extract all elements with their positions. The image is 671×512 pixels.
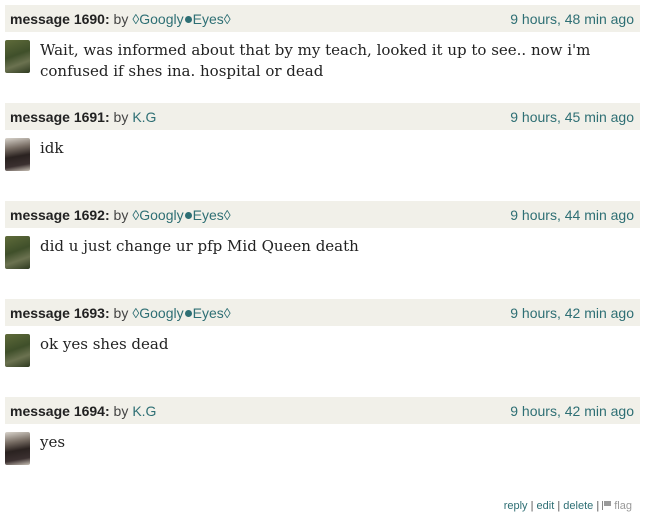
by-label: by (113, 402, 129, 419)
separator: | (554, 500, 564, 512)
reply-link[interactable]: reply (504, 500, 528, 512)
message-meta: message 1693: by ◊Googly Eyes◊ (10, 305, 231, 321)
author-name: Googly (139, 206, 184, 223)
message-body: did u just change ur pfp Mid Queen death (40, 237, 359, 255)
author-link[interactable]: ◊Googly Eyes◊ (132, 305, 230, 321)
message-actions: reply | edit | delete | flag (0, 500, 632, 512)
message-number: message 1690: (10, 10, 110, 27)
avatar[interactable] (5, 138, 30, 171)
message-header: message 1690: by ◊Googly Eyes◊ 9 hours, 48 … (5, 5, 640, 32)
by-label: by (113, 304, 129, 321)
author-link[interactable]: ◊Googly Eyes◊ (132, 11, 230, 27)
message-number: message 1694: (10, 402, 110, 419)
edit-link[interactable]: edit (537, 500, 555, 512)
separator: | (593, 500, 603, 512)
message-item: message 1692: by ◊Googly Eyes◊ 9 hours, 44 … (0, 196, 671, 316)
author-name-second: Eyes (192, 304, 224, 321)
author-link[interactable]: K.G (132, 403, 156, 419)
delete-link[interactable]: delete (563, 500, 593, 512)
by-label: by (113, 10, 129, 27)
author-link[interactable]: ◊Googly Eyes◊ (132, 207, 230, 223)
author-name: Googly (139, 304, 184, 321)
author-name: K.G (132, 402, 157, 419)
by-label: by (113, 206, 129, 223)
message-timestamp[interactable]: 9 hours, 42 min ago (510, 305, 634, 321)
flag-label: flag (614, 500, 632, 512)
author-name-second: Eyes (192, 206, 224, 223)
message-number: message 1693: (10, 304, 110, 321)
avatar[interactable] (5, 432, 30, 465)
message-item: message 1693: by ◊Googly Eyes◊ 9 hours, 42 … (0, 294, 671, 414)
author-link[interactable]: K.G (132, 109, 156, 125)
message-body: Wait, was informed about that by my teac… (40, 41, 591, 80)
author-suffix: ◊ (223, 206, 231, 223)
avatar[interactable] (5, 40, 30, 73)
message-header: message 1694: by K.G 9 hours, 42 min ago (5, 397, 640, 424)
author-dot-icon (184, 15, 192, 23)
message-body: yes (40, 433, 66, 451)
message-meta: message 1694: by K.G (10, 403, 156, 419)
author-name-second: Eyes (192, 10, 224, 27)
author-name: Googly (139, 10, 184, 27)
by-label: by (113, 108, 129, 125)
message-meta: message 1691: by K.G (10, 109, 156, 125)
separator: | (527, 500, 537, 512)
message-meta: message 1692: by ◊Googly Eyes◊ (10, 207, 231, 223)
message-number: message 1691: (10, 108, 110, 125)
message-body: ok yes shes dead (40, 335, 169, 353)
flag-button[interactable]: flag (602, 500, 632, 512)
message-header: message 1691: by K.G 9 hours, 45 min ago (5, 103, 640, 130)
message-body: idk (40, 139, 64, 157)
message-thread: message 1690: by ◊Googly Eyes◊ 9 hours, 48 … (0, 0, 671, 512)
message-timestamp[interactable]: 9 hours, 44 min ago (510, 207, 634, 223)
author-name: K.G (132, 108, 157, 125)
message-header: message 1692: by ◊Googly Eyes◊ 9 hours, 44 … (5, 201, 640, 228)
author-suffix: ◊ (223, 304, 231, 321)
message-item: message 1690: by ◊Googly Eyes◊ 9 hours, 48 … (0, 0, 671, 120)
message-timestamp[interactable]: 9 hours, 42 min ago (510, 403, 634, 419)
message-item: message 1694: by K.G 9 hours, 42 min ago ye… (0, 392, 671, 512)
message-meta: message 1690: by ◊Googly Eyes◊ (10, 11, 231, 27)
message-timestamp[interactable]: 9 hours, 45 min ago (510, 109, 634, 125)
message-timestamp[interactable]: 9 hours, 48 min ago (510, 11, 634, 27)
author-dot-icon (184, 309, 192, 317)
author-suffix: ◊ (223, 10, 231, 27)
message-number: message 1692: (10, 206, 110, 223)
message-item: message 1691: by K.G 9 hours, 45 min ago id… (0, 98, 671, 218)
avatar[interactable] (5, 334, 30, 367)
avatar[interactable] (5, 236, 30, 269)
author-dot-icon (184, 211, 192, 219)
message-header: message 1693: by ◊Googly Eyes◊ 9 hours, 42 … (5, 299, 640, 326)
